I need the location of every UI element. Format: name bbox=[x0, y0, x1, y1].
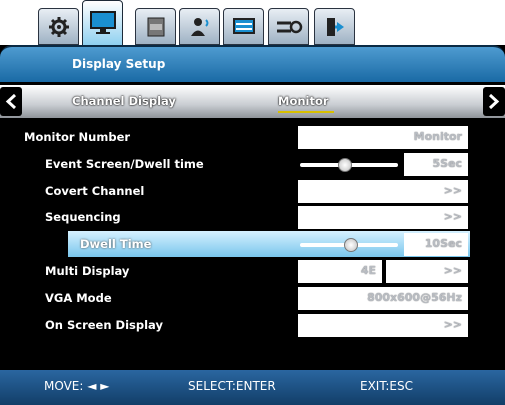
event-screen-field[interactable]: 5Sec bbox=[404, 153, 468, 176]
dwell-time-label: Dwell Time bbox=[80, 237, 152, 251]
monitor-number-field[interactable]: Monitor bbox=[298, 126, 468, 149]
vga-mode-field[interactable]: 800x600@56Hz bbox=[298, 287, 468, 310]
panel-header: Display Setup bbox=[0, 45, 505, 82]
osd-field[interactable]: >> bbox=[298, 314, 468, 337]
move-hint: MOVE: ◄ ► bbox=[44, 379, 110, 393]
multi-display-label: Multi Display bbox=[45, 264, 130, 278]
row-event-screen[interactable]: Event Screen/Dwell time 5Sec bbox=[0, 152, 505, 176]
tab-display[interactable] bbox=[82, 0, 123, 46]
submenu-bar: Channel Display Monitor bbox=[0, 85, 505, 118]
osd-value: >> bbox=[443, 318, 462, 331]
exit-hint: EXIT:ESC bbox=[360, 379, 413, 393]
dwell-time-field[interactable]: 10Sec bbox=[404, 233, 468, 256]
tab-channel-display[interactable]: Channel Display bbox=[72, 94, 176, 108]
monitor-icon bbox=[89, 11, 116, 34]
event-screen-slider[interactable] bbox=[300, 158, 398, 172]
monitor-number-label: Monitor Number bbox=[24, 130, 131, 144]
monitor-number-value: Monitor bbox=[413, 130, 462, 143]
osd-label: On Screen Display bbox=[45, 318, 163, 332]
tab-record[interactable] bbox=[135, 8, 176, 45]
vga-mode-label: VGA Mode bbox=[45, 291, 112, 305]
exit-icon bbox=[326, 17, 344, 36]
user-icon bbox=[190, 17, 208, 36]
tab-user[interactable] bbox=[179, 8, 220, 45]
dwell-time-value: 10Sec bbox=[424, 237, 462, 250]
tab-settings[interactable] bbox=[38, 8, 79, 45]
multi-display-mode-value: 4E bbox=[360, 264, 376, 277]
covert-channel-label: Covert Channel bbox=[45, 184, 145, 198]
multi-display-detail-field[interactable]: >> bbox=[386, 260, 468, 283]
prev-page-button[interactable] bbox=[0, 87, 22, 116]
event-screen-value: 5Sec bbox=[432, 157, 462, 170]
covert-channel-value: >> bbox=[443, 184, 462, 197]
row-osd[interactable]: On Screen Display >> bbox=[0, 313, 505, 337]
sequencing-label: Sequencing bbox=[45, 210, 121, 224]
network-icon bbox=[232, 17, 255, 34]
slider-thumb[interactable] bbox=[338, 158, 352, 172]
event-screen-label: Event Screen/Dwell time bbox=[45, 157, 204, 171]
tab-exit[interactable] bbox=[314, 8, 355, 45]
vga-mode-value: 800x600@56Hz bbox=[367, 291, 462, 304]
system-icon bbox=[276, 20, 302, 33]
gear-icon bbox=[48, 16, 69, 37]
sequencing-value: >> bbox=[443, 210, 462, 223]
chevron-right-icon bbox=[488, 94, 500, 109]
row-sequencing[interactable]: Sequencing >> bbox=[0, 205, 505, 229]
hdd-icon bbox=[147, 17, 164, 36]
active-tab-indicator bbox=[278, 111, 334, 113]
tab-monitor[interactable]: Monitor bbox=[278, 94, 329, 108]
slider-thumb[interactable] bbox=[344, 238, 358, 252]
key-hint-bar: MOVE: ◄ ► SELECT:ENTER EXIT:ESC bbox=[0, 370, 505, 405]
select-hint: SELECT:ENTER bbox=[188, 379, 276, 393]
dwell-time-slider[interactable] bbox=[300, 238, 398, 252]
chevron-left-icon bbox=[5, 94, 17, 109]
row-monitor-number[interactable]: Monitor Number Monitor bbox=[0, 125, 505, 149]
tab-system[interactable] bbox=[268, 8, 309, 45]
row-multi-display[interactable]: Multi Display 4E >> bbox=[0, 259, 505, 283]
page-title: Display Setup bbox=[72, 57, 166, 71]
display-setup-panel: Display Setup Channel Display Monitor Mo… bbox=[0, 45, 505, 405]
row-dwell-time[interactable]: Dwell Time 10Sec bbox=[68, 231, 470, 257]
row-vga-mode[interactable]: VGA Mode 800x600@56Hz bbox=[0, 286, 505, 310]
covert-channel-field[interactable]: >> bbox=[298, 180, 468, 203]
next-page-button[interactable] bbox=[483, 87, 505, 116]
sequencing-field[interactable]: >> bbox=[298, 206, 468, 229]
multi-display-mode-field[interactable]: 4E bbox=[298, 260, 382, 283]
tab-network[interactable] bbox=[223, 8, 264, 45]
menu-tabs bbox=[38, 0, 428, 50]
multi-display-detail-value: >> bbox=[443, 264, 462, 277]
row-covert-channel[interactable]: Covert Channel >> bbox=[0, 179, 505, 203]
